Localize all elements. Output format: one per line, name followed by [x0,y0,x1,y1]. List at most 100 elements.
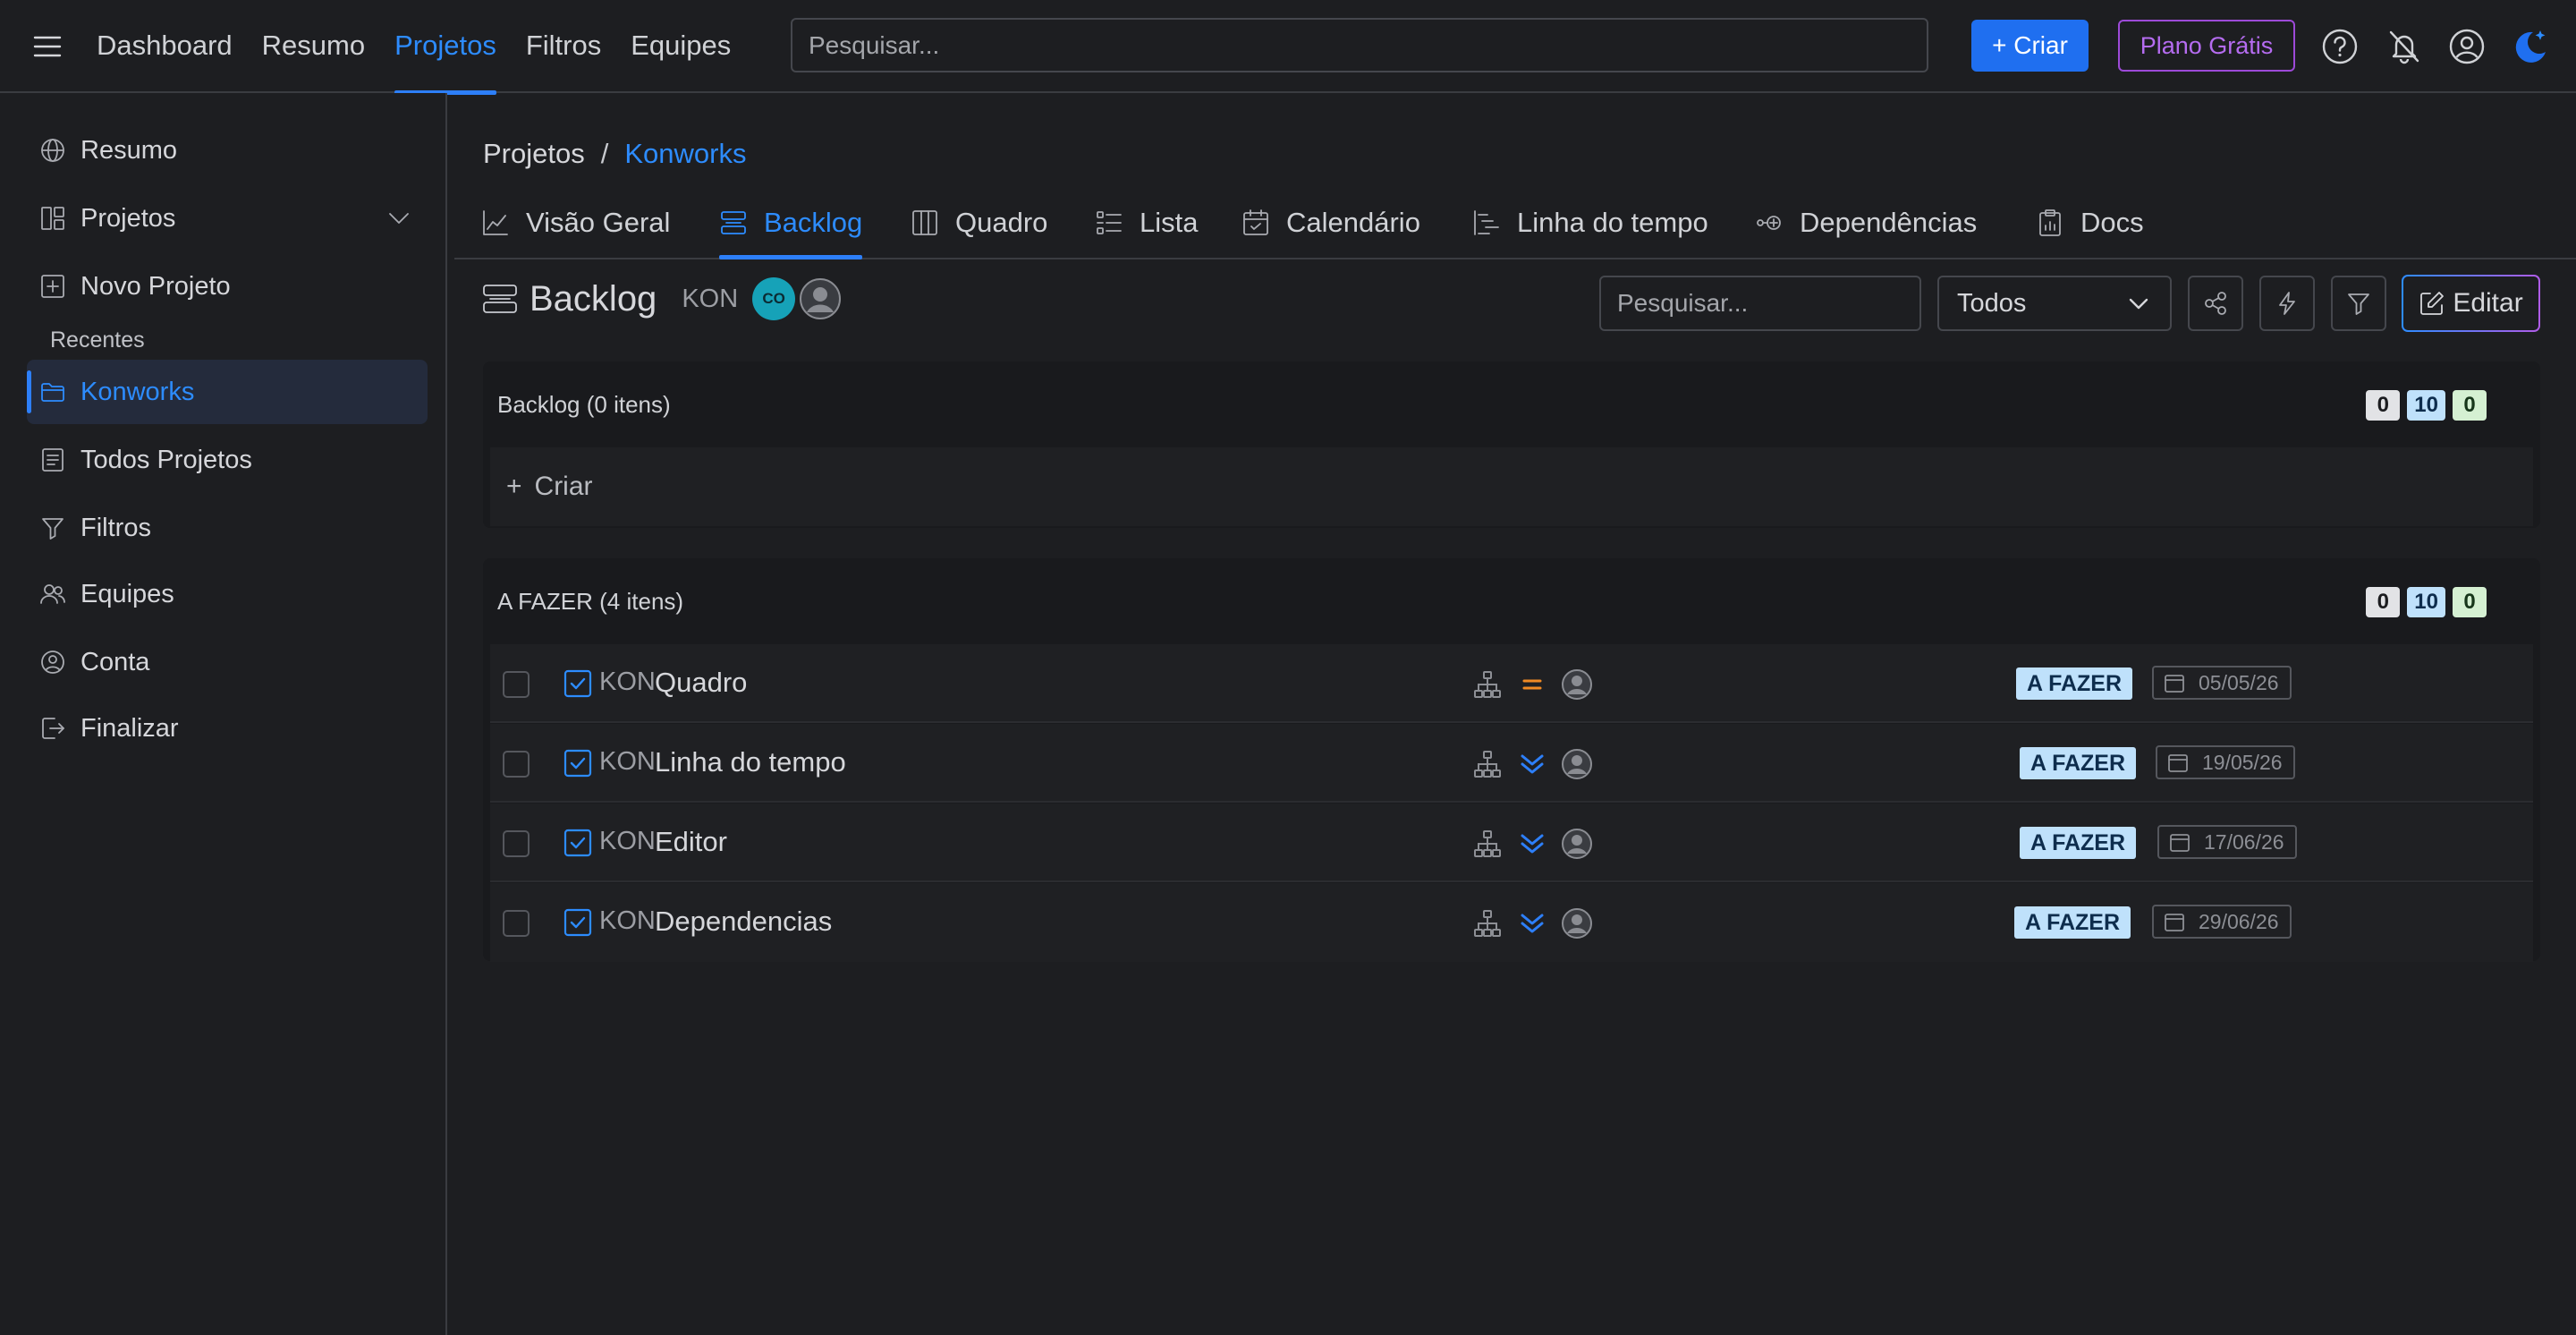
issue-name[interactable]: Linha do tempo [655,746,846,778]
lowest-priority-icon[interactable] [1517,908,1547,939]
sidebar-section-recentes: Recentes [50,327,145,353]
row-checkbox[interactable] [503,751,530,778]
tab-dependencias[interactable]: Dependências [1755,188,1977,258]
tab-quadro[interactable]: Quadro [911,188,1047,258]
top-nav-filtros[interactable]: Filtros [526,0,601,93]
assignee-avatar-icon[interactable] [1560,906,1594,940]
breadcrumb-projetos[interactable]: Projetos [483,138,585,170]
list-icon [1097,211,1122,234]
medium-priority-icon[interactable] [1517,669,1547,700]
table-row[interactable]: KON Editor A FAZER 17/06/26 [490,804,2533,882]
filter-button[interactable] [2331,276,2386,331]
create-button[interactable]: + Criar [1971,20,2089,72]
sidebar-item-conta[interactable]: Conta [27,630,428,694]
backlog-icon [721,211,746,234]
tab-calendario[interactable]: Calendário [1241,188,1420,258]
edit-button-inner: Editar [2403,276,2538,330]
automation-button[interactable] [2259,276,2315,331]
row-checkbox[interactable] [503,830,530,857]
calendar-icon [2170,834,2190,852]
row-checkbox[interactable] [503,910,530,937]
row-checkbox[interactable] [503,671,530,698]
assignee-avatar-icon[interactable] [1560,668,1594,702]
backlog-search-input[interactable] [1599,276,1921,331]
sidebar-item-todos-projetos[interactable]: Todos Projetos [27,428,428,492]
hierarchy-icon[interactable] [1472,749,1503,779]
hierarchy-icon[interactable] [1472,669,1503,700]
task-type-icon [564,669,592,698]
sidebar-item-equipes[interactable]: Equipes [27,562,428,626]
sidebar-item-finalizar[interactable]: Finalizar [27,696,428,761]
timeline-icon [1474,210,1499,235]
filter-select[interactable]: Todos [1937,276,2172,331]
issue-key: KON [599,747,656,776]
tab-docs[interactable]: Docs [2036,188,2144,258]
clipboard-icon [2039,209,2061,236]
sidebar-item-novo-projeto[interactable]: Novo Projeto [27,254,428,319]
due-date[interactable]: 29/06/26 [2152,905,2292,939]
lightning-icon [2279,292,2295,315]
edit-button[interactable]: Editar [2402,275,2540,332]
free-plan-button[interactable]: Plano Grátis [2118,20,2295,72]
status-badge[interactable]: A FAZER [2016,668,2133,700]
plus-icon: + [506,472,522,501]
project-tabs: Visão Geral Backlog Quadro Lista Calendá… [454,188,2576,259]
tab-label: Docs [2080,207,2144,238]
global-search-input[interactable] [791,18,1928,72]
lowest-priority-icon[interactable] [1517,829,1547,859]
top-nav-resumo[interactable]: Resumo [262,0,365,93]
due-date-value: 29/06/26 [2199,909,2279,933]
assignee-avatar-icon[interactable] [1560,747,1594,781]
status-badge[interactable]: A FAZER [2020,827,2137,859]
list-box-icon [42,448,64,472]
due-date[interactable]: 19/05/26 [2156,745,2295,779]
dark-mode-icon[interactable] [2510,27,2549,66]
status-badge[interactable]: A FAZER [2020,747,2137,779]
hierarchy-icon[interactable] [1472,829,1503,859]
issue-name[interactable]: Dependencias [655,906,832,938]
sidebar-item-projetos[interactable]: Projetos [27,186,428,251]
chevron-down-icon[interactable] [386,206,411,231]
hierarchy-icon[interactable] [1472,908,1503,939]
share-button[interactable] [2188,276,2243,331]
table-row[interactable]: KON Quadro A FAZER 05/05/26 [490,644,2533,723]
due-date[interactable]: 17/06/26 [2157,825,2297,859]
tab-linha-do-tempo[interactable]: Linha do tempo [1472,188,1708,258]
sidebar-item-konworks[interactable]: Konworks [27,360,428,424]
columns-icon [912,210,937,235]
avatar[interactable]: CO [752,277,796,320]
user-circle-icon[interactable] [2447,27,2487,66]
table-row[interactable]: KON Linha do tempo A FAZER 19/05/26 [490,724,2533,803]
tab-visao-geral[interactable]: Visão Geral [481,188,670,258]
sidebar-item-resumo[interactable]: Resumo [27,118,428,183]
user-avatar-icon[interactable] [799,277,842,320]
lowest-priority-icon[interactable] [1517,749,1547,779]
breadcrumb-konworks[interactable]: Konworks [624,138,746,170]
count-done: 0 [2453,587,2487,617]
menu-icon[interactable] [32,31,63,62]
tab-backlog[interactable]: Backlog [719,188,863,259]
task-type-icon [564,749,592,778]
issue-name[interactable]: Editor [655,826,727,858]
task-type-icon [564,908,592,937]
top-nav-projetos[interactable]: Projetos [394,0,496,95]
due-date[interactable]: 05/05/26 [2152,666,2292,700]
top-nav-equipes[interactable]: Equipes [631,0,731,93]
table-row[interactable]: KON Dependencias A FAZER 29/06/26 [490,883,2533,962]
sidebar-item-filtros[interactable]: Filtros [27,496,428,560]
create-issue-row[interactable]: + Criar [490,447,2533,526]
sidebar: Resumo Projetos Novo Projeto Recentes Ko… [0,93,447,1335]
count-in-progress: 10 [2407,390,2445,421]
tab-lista[interactable]: Lista [1095,188,1198,258]
assignee-avatar-icon[interactable] [1560,827,1594,861]
bell-off-icon[interactable] [2385,27,2424,66]
sidebar-item-label: Conta [80,647,150,676]
tab-label: Dependências [1800,207,1978,238]
issue-name[interactable]: Quadro [655,667,747,699]
sidebar-item-label: Todos Projetos [80,445,252,474]
help-icon[interactable] [2320,27,2360,66]
top-nav-dashboard[interactable]: Dashboard [97,0,233,93]
calendar-icon [2168,754,2188,772]
sidebar-item-label: Resumo [80,135,177,165]
status-badge[interactable]: A FAZER [2014,906,2131,939]
